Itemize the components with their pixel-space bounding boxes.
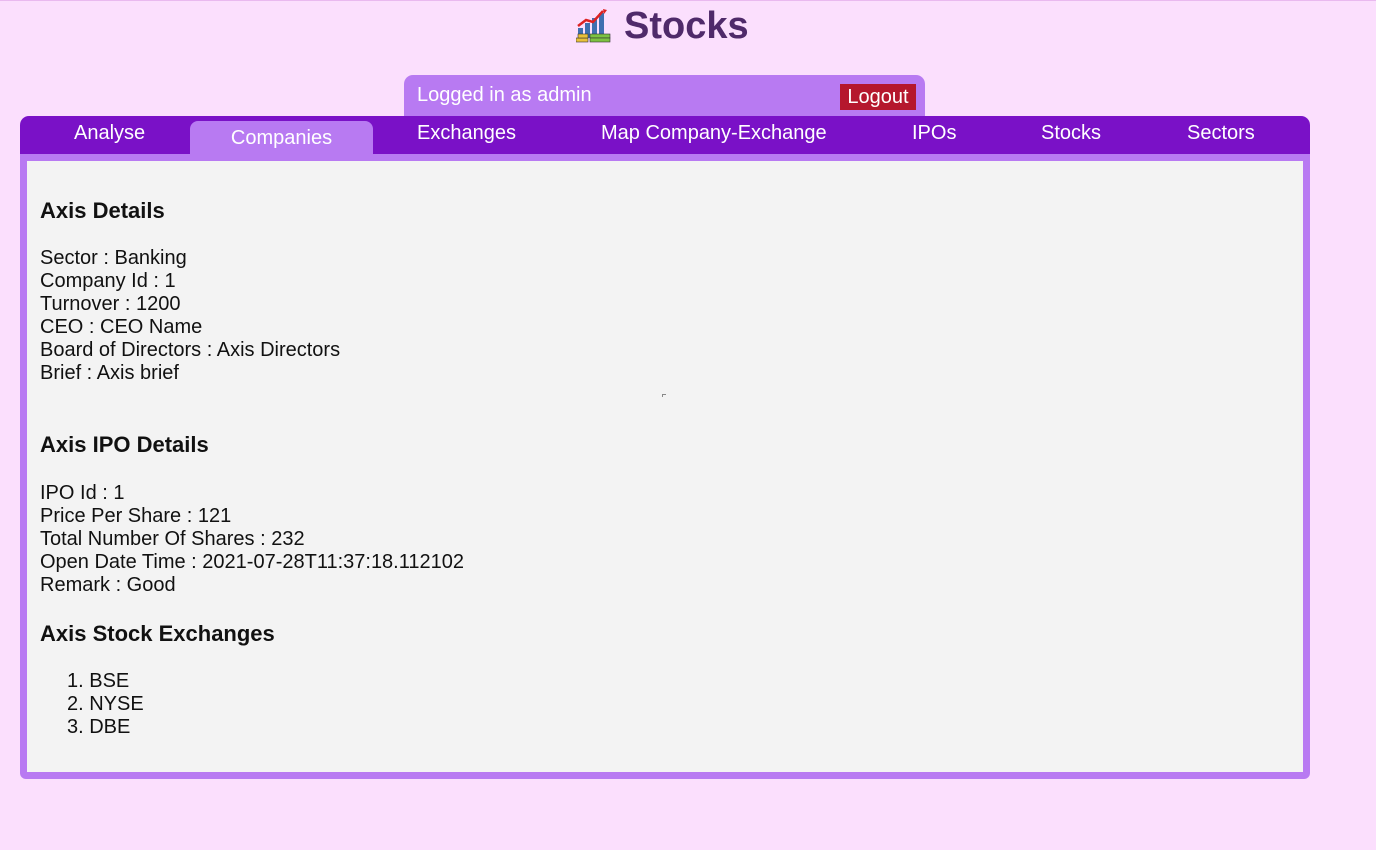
ipo-id: IPO Id : 1 [40,482,125,504]
tab-exchanges[interactable]: Exchanges [417,122,516,145]
exchange-list-item: 2. NYSE [67,693,144,715]
brand: Stocks [575,4,749,48]
company-id: Company Id : 1 [40,270,176,292]
content-area: Axis Details Sector : Banking Company Id… [27,161,1303,772]
user-bar: Logged in as admin Logout [404,75,925,116]
company-board: Board of Directors : Axis Directors [40,339,341,361]
company-sector: Sector : Banking [40,247,187,269]
logout-button[interactable]: Logout [840,84,916,110]
tab-map-company-exchange[interactable]: Map Company-Exchange [601,122,827,145]
exchange-list-item: 3. DBE [67,716,131,738]
broken-image-marker [662,394,666,397]
tab-ipos[interactable]: IPOs [912,122,956,145]
tab-sectors[interactable]: Sectors [1187,122,1255,145]
stock-exchanges-title: Axis Stock Exchanges [40,621,275,646]
company-turnover: Turnover : 1200 [40,293,181,315]
exchange-list-item: 1. BSE [67,670,130,692]
ipo-details-title: Axis IPO Details [40,432,209,457]
company-brief: Brief : Axis brief [40,362,179,384]
tab-stocks[interactable]: Stocks [1041,122,1101,145]
ipo-total-shares: Total Number Of Shares : 232 [40,528,305,550]
main-nav: Analyse Companies Exchanges Map Company-… [20,116,1310,154]
content-panel: Axis Details Sector : Banking Company Id… [20,154,1310,779]
ipo-price-per-share: Price Per Share : 121 [40,505,232,527]
tab-analyse[interactable]: Analyse [74,122,145,145]
ipo-open-date-time: Open Date Time : 2021-07-28T11:37:18.112… [40,551,464,573]
stock-chart-icon [575,8,612,44]
app-title: Stocks [624,5,749,47]
tab-companies[interactable]: Companies [190,121,373,154]
ipo-remark: Remark : Good [40,574,176,596]
header: Stocks [0,0,1376,56]
company-ceo: CEO : CEO Name [40,316,203,338]
logged-in-status: Logged in as admin [417,84,592,106]
company-details-title: Axis Details [40,198,165,223]
